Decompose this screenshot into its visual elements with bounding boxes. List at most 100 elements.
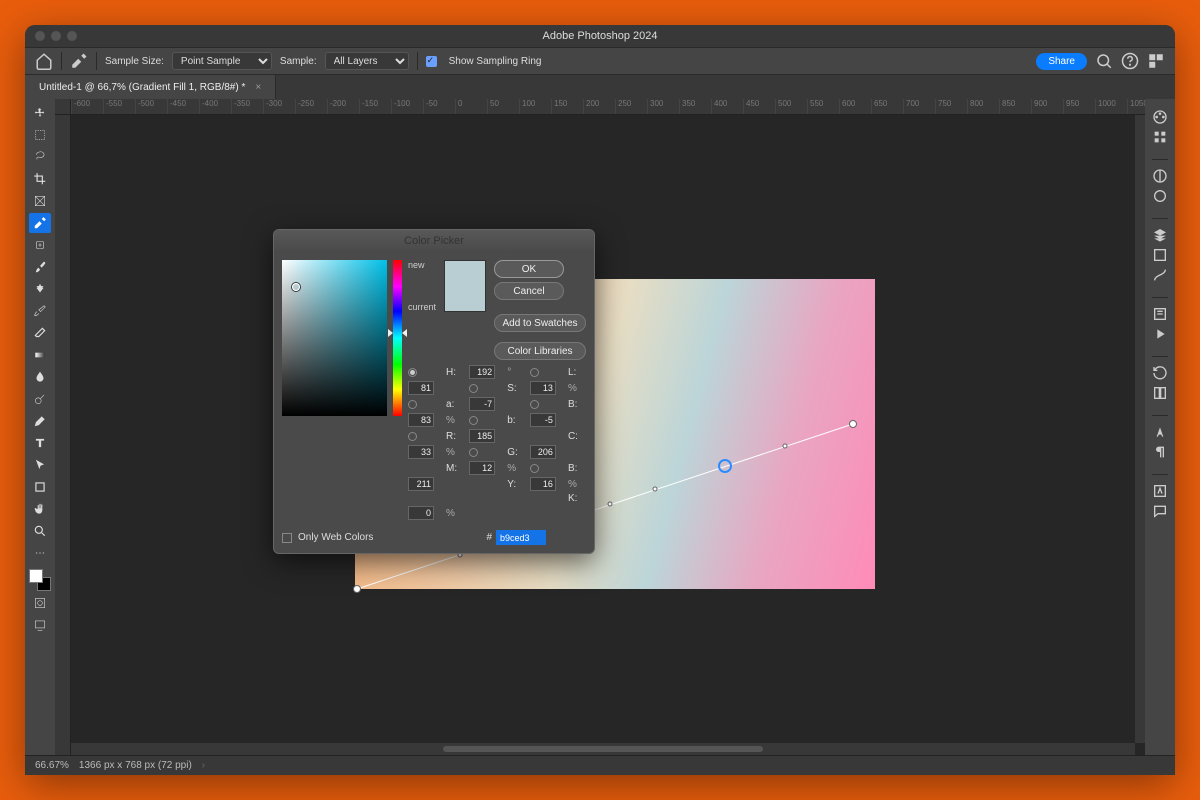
home-icon[interactable] bbox=[35, 52, 53, 70]
path-select-tool[interactable] bbox=[29, 455, 51, 475]
sample-size-select[interactable]: Point Sample bbox=[172, 52, 272, 70]
properties-panel-icon[interactable] bbox=[1152, 306, 1168, 322]
r-input[interactable] bbox=[469, 429, 495, 443]
history-brush-tool[interactable] bbox=[29, 301, 51, 321]
bright-radio[interactable] bbox=[530, 400, 539, 409]
doc-info[interactable]: 1366 px x 768 px (72 ppi) bbox=[79, 760, 192, 771]
titlebar[interactable]: Adobe Photoshop 2024 bbox=[25, 25, 1175, 47]
hue-slider[interactable] bbox=[393, 260, 402, 416]
a-radio[interactable] bbox=[408, 400, 417, 409]
workspace-icon[interactable] bbox=[1147, 52, 1165, 70]
show-sampling-ring-checkbox[interactable] bbox=[426, 56, 437, 67]
swatches-panel-icon[interactable] bbox=[1152, 129, 1168, 145]
hand-tool[interactable] bbox=[29, 499, 51, 519]
k-input[interactable] bbox=[408, 506, 434, 520]
type-tool[interactable] bbox=[29, 433, 51, 453]
ruler-vertical[interactable] bbox=[55, 115, 71, 755]
scrollbar-vertical[interactable] bbox=[1135, 115, 1145, 743]
color-picker-dialog[interactable]: Color Picker new current bbox=[273, 229, 595, 554]
document-tab[interactable]: Untitled-1 @ 66,7% (Gradient Fill 1, RGB… bbox=[25, 75, 276, 99]
quick-mask-toggle[interactable] bbox=[29, 593, 51, 613]
sat-radio[interactable] bbox=[469, 384, 478, 393]
scrollbar-horizontal[interactable] bbox=[71, 743, 1135, 755]
eraser-tool[interactable] bbox=[29, 323, 51, 343]
b-radio[interactable] bbox=[469, 416, 478, 425]
layers-panel-icon[interactable] bbox=[1152, 227, 1168, 243]
gradient-midpoint[interactable] bbox=[783, 444, 788, 449]
history-panel-icon[interactable] bbox=[1152, 365, 1168, 381]
sv-cursor[interactable] bbox=[292, 283, 300, 291]
blur-tool[interactable] bbox=[29, 367, 51, 387]
blue-radio[interactable] bbox=[530, 464, 539, 473]
search-icon[interactable] bbox=[1095, 52, 1113, 70]
crop-tool[interactable] bbox=[29, 169, 51, 189]
help-icon[interactable] bbox=[1121, 52, 1139, 70]
saturation-value-field[interactable] bbox=[282, 260, 387, 416]
cancel-button[interactable]: Cancel bbox=[494, 282, 564, 300]
color-swatches[interactable] bbox=[29, 569, 51, 591]
edit-toolbar[interactable]: ⋯ bbox=[29, 543, 51, 563]
gradient-midpoint[interactable] bbox=[608, 502, 613, 507]
sat-input[interactable] bbox=[530, 381, 556, 395]
gradient-endpoint-end[interactable] bbox=[849, 420, 857, 428]
gradient-tool[interactable] bbox=[29, 345, 51, 365]
canvas[interactable]: -600-550-500-450-400-350-300-250-200-150… bbox=[55, 99, 1145, 755]
libraries-panel-icon[interactable] bbox=[1152, 385, 1168, 401]
hex-input[interactable] bbox=[496, 530, 546, 545]
shape-tool[interactable] bbox=[29, 477, 51, 497]
zoom-level[interactable]: 66.67% bbox=[35, 760, 69, 771]
clone-stamp-tool[interactable] bbox=[29, 279, 51, 299]
styles-panel-icon[interactable] bbox=[1152, 188, 1168, 204]
character-panel-icon[interactable] bbox=[1152, 424, 1168, 440]
eyedropper-icon[interactable] bbox=[70, 52, 88, 70]
y-input[interactable] bbox=[530, 477, 556, 491]
close-tab-icon[interactable]: × bbox=[255, 82, 261, 93]
comments-panel-icon[interactable] bbox=[1152, 503, 1168, 519]
actions-panel-icon[interactable] bbox=[1152, 326, 1168, 342]
gradient-stop-selected[interactable] bbox=[718, 459, 732, 473]
l-input[interactable] bbox=[408, 381, 434, 395]
paragraph-panel-icon[interactable] bbox=[1152, 444, 1168, 460]
color-libraries-button[interactable]: Color Libraries bbox=[494, 342, 586, 360]
lasso-tool[interactable] bbox=[29, 147, 51, 167]
paths-panel-icon[interactable] bbox=[1152, 267, 1168, 283]
c-input[interactable] bbox=[408, 445, 434, 459]
eyedropper-tool[interactable] bbox=[29, 213, 51, 233]
blue-input[interactable] bbox=[408, 477, 434, 491]
glyphs-panel-icon[interactable] bbox=[1152, 483, 1168, 499]
color-picker-titlebar[interactable]: Color Picker bbox=[274, 230, 594, 252]
ok-button[interactable]: OK bbox=[494, 260, 564, 278]
hue-input[interactable] bbox=[469, 365, 495, 379]
a-input[interactable] bbox=[469, 397, 495, 411]
r-radio[interactable] bbox=[408, 432, 417, 441]
bright-input[interactable] bbox=[408, 413, 434, 427]
hue-radio[interactable] bbox=[408, 368, 417, 377]
color-panel-icon[interactable] bbox=[1152, 109, 1168, 125]
sample-select[interactable]: All Layers bbox=[325, 52, 409, 70]
pen-tool[interactable] bbox=[29, 411, 51, 431]
ruler-horizontal[interactable]: -600-550-500-450-400-350-300-250-200-150… bbox=[71, 99, 1145, 115]
g-radio[interactable] bbox=[469, 448, 478, 457]
move-tool[interactable] bbox=[29, 103, 51, 123]
window-controls[interactable] bbox=[35, 31, 77, 41]
share-button[interactable]: Share bbox=[1036, 53, 1087, 70]
frame-tool[interactable] bbox=[29, 191, 51, 211]
brush-tool[interactable] bbox=[29, 257, 51, 277]
gradient-endpoint-start[interactable] bbox=[353, 585, 361, 593]
adjustments-panel-icon[interactable] bbox=[1152, 168, 1168, 184]
spot-heal-tool[interactable] bbox=[29, 235, 51, 255]
l-radio[interactable] bbox=[530, 368, 539, 377]
m-input[interactable] bbox=[469, 461, 495, 475]
marquee-tool[interactable] bbox=[29, 125, 51, 145]
b-input[interactable] bbox=[530, 413, 556, 427]
g-input[interactable] bbox=[530, 445, 556, 459]
gradient-midpoint[interactable] bbox=[653, 487, 658, 492]
add-to-swatches-button[interactable]: Add to Swatches bbox=[494, 314, 586, 332]
channels-panel-icon[interactable] bbox=[1152, 247, 1168, 263]
screen-mode-toggle[interactable] bbox=[29, 615, 51, 635]
ruler-origin[interactable] bbox=[55, 99, 71, 115]
status-chevron-icon[interactable]: › bbox=[202, 760, 205, 771]
zoom-tool[interactable] bbox=[29, 521, 51, 541]
only-web-colors-checkbox[interactable] bbox=[282, 533, 292, 543]
dodge-tool[interactable] bbox=[29, 389, 51, 409]
